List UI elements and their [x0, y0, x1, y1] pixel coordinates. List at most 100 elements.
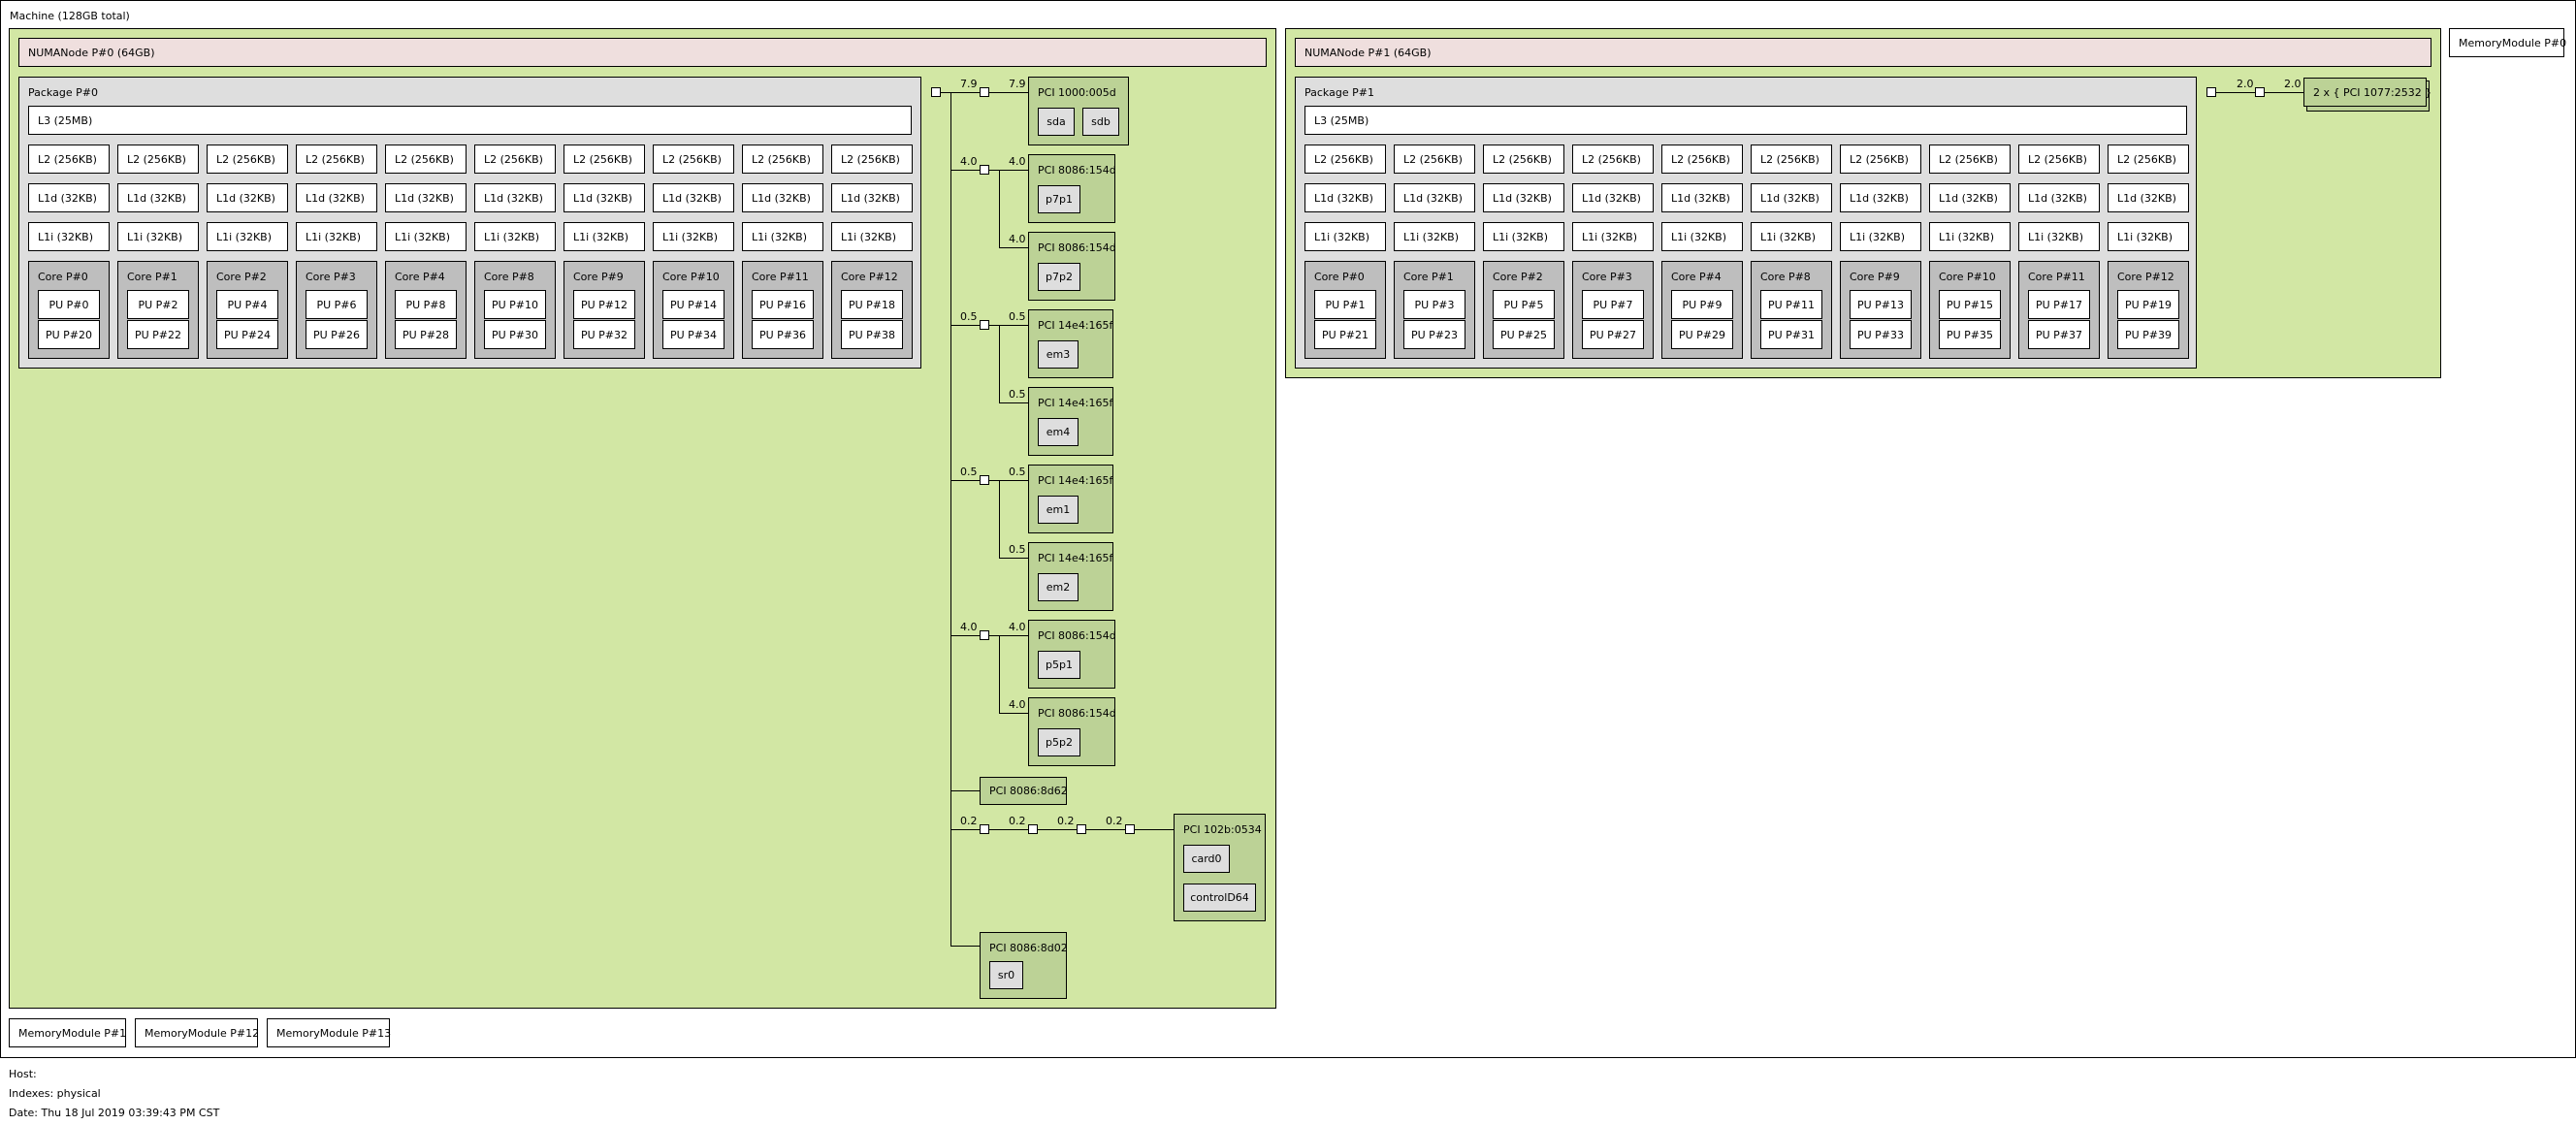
- core-label: Core P#0: [1314, 271, 1365, 283]
- processing-unit: PU P#7: [1582, 290, 1644, 319]
- l1d-cache: L1d (32KB): [296, 183, 377, 212]
- l1d-cache: L1d (32KB): [653, 183, 734, 212]
- core-label: Core P#8: [484, 271, 534, 283]
- p7-bandwidth-left: 4.0: [960, 155, 978, 168]
- core-label: Core P#4: [395, 271, 445, 283]
- l2-cache: L2 (256KB): [474, 145, 556, 174]
- pci-vga-label: PCI 102b:0534: [1183, 823, 1262, 836]
- l2-cache: L2 (256KB): [1840, 145, 1921, 174]
- l2-cache: L2 (256KB): [564, 145, 645, 174]
- package-0-label: Package P#0: [28, 86, 98, 99]
- core-label: Core P#1: [1403, 271, 1454, 283]
- host-bridge-link: [941, 92, 950, 93]
- l2-cache: L2 (256KB): [2108, 145, 2189, 174]
- p7-bridge-port: [980, 165, 989, 175]
- processing-unit: PU P#31: [1760, 320, 1822, 349]
- core-label: Core P#2: [216, 271, 267, 283]
- raid-link: [950, 92, 1028, 93]
- processing-unit: PU P#13: [1850, 290, 1912, 319]
- l1i-cache: L1i (32KB): [207, 222, 288, 251]
- l2-cache: L2 (256KB): [385, 145, 467, 174]
- l1i-cache: L1i (32KB): [1751, 222, 1832, 251]
- pci1-bandwidth-left: 2.0: [2237, 78, 2254, 90]
- core-label: Core P#2: [1493, 271, 1543, 283]
- machine-label: Machine (128GB total): [10, 10, 130, 22]
- em34-link: [950, 325, 1028, 326]
- pci-nic-p5p1-label: PCI 8086:154d: [1038, 629, 1116, 642]
- pci-nic-p5p2-label: PCI 8086:154d: [1038, 707, 1116, 720]
- l1i-cache: L1i (32KB): [2018, 222, 2100, 251]
- processing-unit: PU P#38: [841, 320, 903, 349]
- processing-unit: PU P#17: [2028, 290, 2090, 319]
- l1i-cache: L1i (32KB): [653, 222, 734, 251]
- disk-sdb: sdb: [1082, 108, 1119, 136]
- core-label: Core P#9: [573, 271, 624, 283]
- core-label: Core P#0: [38, 271, 88, 283]
- l1d-cache: L1d (32KB): [385, 183, 467, 212]
- l2-cache: L2 (256KB): [742, 145, 823, 174]
- core-label: Core P#12: [841, 271, 898, 283]
- core-label: Core P#11: [752, 271, 809, 283]
- raid-bandwidth-left: 7.9: [960, 78, 978, 90]
- netdev-p5p1: p5p1: [1038, 651, 1080, 679]
- l1i-cache: L1i (32KB): [831, 222, 913, 251]
- processing-unit: PU P#24: [216, 320, 278, 349]
- processing-unit: PU P#0: [38, 290, 100, 319]
- processing-unit: PU P#15: [1939, 290, 2001, 319]
- l1d-cache: L1d (32KB): [1840, 183, 1921, 212]
- l2-cache: L2 (256KB): [296, 145, 377, 174]
- l1d-cache: L1d (32KB): [207, 183, 288, 212]
- l1i-cache: L1i (32KB): [28, 222, 110, 251]
- p7-bandwidth-right: 4.0: [1009, 155, 1026, 168]
- package-1-label: Package P#1: [1304, 86, 1374, 99]
- em12-link: [950, 480, 1028, 481]
- l2-cache: L2 (256KB): [831, 145, 913, 174]
- p5-bridge-line: [999, 635, 1000, 713]
- netdev-p7p1: p7p1: [1038, 185, 1080, 213]
- l1d-cache: L1d (32KB): [1304, 183, 1386, 212]
- l2-cache: L2 (256KB): [1929, 145, 2011, 174]
- processing-unit: PU P#11: [1760, 290, 1822, 319]
- disk-sr0: sr0: [989, 961, 1023, 989]
- gpu-bandwidth-1: 0.2: [960, 815, 978, 827]
- numa-node-1-label: NUMANode P#1 (64GB): [1295, 38, 2431, 67]
- processing-unit: PU P#1: [1314, 290, 1376, 319]
- processing-unit: PU P#21: [1314, 320, 1376, 349]
- l2-cache: L2 (256KB): [1661, 145, 1743, 174]
- p5-bandwidth-left: 4.0: [960, 621, 978, 633]
- l1i-cache: L1i (32KB): [117, 222, 199, 251]
- em4-bandwidth: 0.5: [1009, 388, 1026, 401]
- processing-unit: PU P#39: [2117, 320, 2179, 349]
- core-label: Core P#10: [662, 271, 720, 283]
- pci-nic-p7p2-label: PCI 8086:154d: [1038, 241, 1116, 254]
- p5p2-link: [999, 713, 1028, 714]
- l1d-cache: L1d (32KB): [1483, 183, 1564, 212]
- processing-unit: PU P#25: [1493, 320, 1555, 349]
- p7-bridge-line: [999, 170, 1000, 247]
- core-label: Core P#1: [127, 271, 177, 283]
- netdev-p5p2: p5p2: [1038, 728, 1080, 756]
- l1i-cache: L1i (32KB): [1572, 222, 1654, 251]
- processing-unit: PU P#20: [38, 320, 100, 349]
- p7p2-link: [999, 247, 1028, 248]
- l1d-cache: L1d (32KB): [1394, 183, 1475, 212]
- processing-unit: PU P#33: [1850, 320, 1912, 349]
- netdev-em2: em2: [1038, 573, 1079, 601]
- gpu-bridge-port-2: [1028, 824, 1038, 834]
- l2-cache: L2 (256KB): [1572, 145, 1654, 174]
- processing-unit: PU P#5: [1493, 290, 1555, 319]
- processing-unit: PU P#3: [1403, 290, 1465, 319]
- pci-nic-em2-label: PCI 14e4:165f: [1038, 552, 1113, 564]
- p7-link: [950, 170, 1028, 171]
- core-label: Core P#3: [1582, 271, 1632, 283]
- processing-unit: PU P#16: [752, 290, 814, 319]
- l2-cache: L2 (256KB): [1483, 145, 1564, 174]
- processing-unit: PU P#26: [306, 320, 368, 349]
- l1i-cache: L1i (32KB): [296, 222, 377, 251]
- gpu-controlD64: controlD64: [1183, 884, 1256, 912]
- core-label: Core P#11: [2028, 271, 2085, 283]
- processing-unit: PU P#19: [2117, 290, 2179, 319]
- core-label: Core P#8: [1760, 271, 1811, 283]
- processing-unit: PU P#36: [752, 320, 814, 349]
- core-label: Core P#12: [2117, 271, 2174, 283]
